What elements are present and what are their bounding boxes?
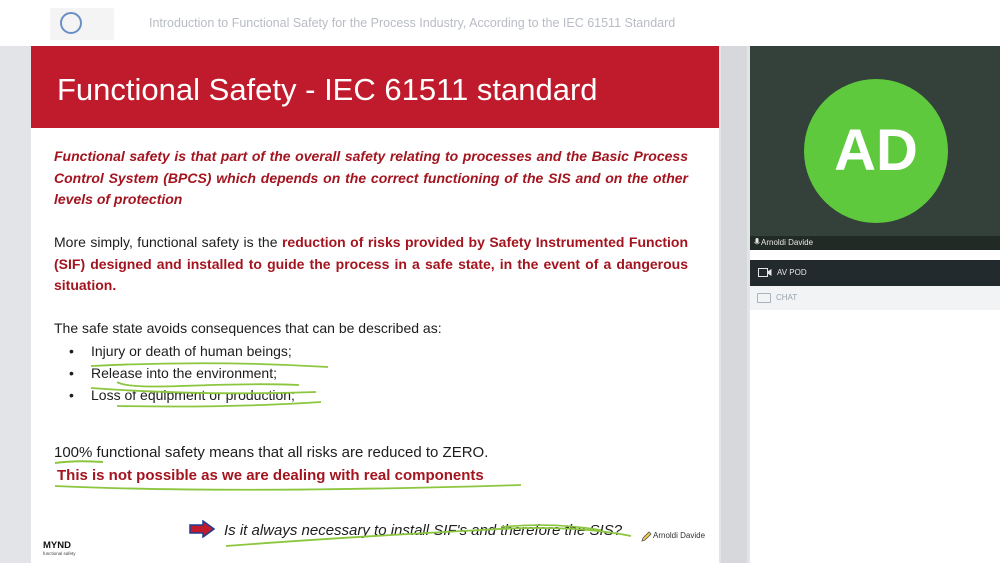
pencil-icon xyxy=(641,531,652,542)
presentation-stage: Functional Safety - IEC 61511 standard F… xyxy=(0,46,750,563)
av-pod-header[interactable]: AV POD xyxy=(750,260,1000,286)
chat-icon xyxy=(757,293,771,303)
simply-lead: More simply, functional safety is the xyxy=(54,234,282,250)
side-panel: AD Arnoldi Davide AV POD CHAT xyxy=(750,46,1000,563)
av-pod-label: AV POD xyxy=(777,268,807,277)
list-item: • Loss of equipment or production; xyxy=(69,387,295,403)
meeting-title: Introduction to Functional Safety for th… xyxy=(149,16,676,30)
participant-video: AD Arnoldi Davide xyxy=(750,46,1000,250)
top-bar: Introduction to Functional Safety for th… xyxy=(0,0,1000,46)
annotation-author: Arnoldi Davide xyxy=(653,531,706,540)
not-possible-text: This is not possible as we are dealing w… xyxy=(57,467,484,484)
footer-brand-sub: functional safety xyxy=(43,551,76,556)
slide: Functional Safety - IEC 61511 standard F… xyxy=(31,46,719,563)
video-camera-icon xyxy=(758,268,772,277)
participant-label: Arnoldi Davide xyxy=(750,236,1000,250)
definition-text: Functional safety is that part of the ov… xyxy=(54,148,688,207)
simply-paragraph: More simply, functional safety is the re… xyxy=(54,232,688,297)
list-item: • Release into the environment; xyxy=(69,365,277,381)
list-item: • Injury or death of human beings; xyxy=(69,343,292,359)
chat-pod-header[interactable]: CHAT xyxy=(750,286,1000,310)
safe-state-intro: The safe state avoids consequences that … xyxy=(54,320,442,336)
organization-logo-icon xyxy=(50,8,114,40)
zero-risk-text: 100% functional safety means that all ri… xyxy=(54,444,489,461)
participant-name: Arnoldi Davide xyxy=(761,238,814,247)
chat-label: CHAT xyxy=(776,293,798,302)
footer-brand: MYND xyxy=(43,540,71,551)
slide-header: Functional Safety - IEC 61511 standard xyxy=(31,46,719,128)
microphone-icon xyxy=(754,238,760,245)
consequence-list: • Injury or death of human beings; • Relea… xyxy=(69,340,295,406)
avatar: AD xyxy=(804,79,948,223)
arrow-right-icon xyxy=(189,520,215,538)
question-text: Is it always necessary to install SIF's … xyxy=(224,522,623,539)
slide-title: Functional Safety - IEC 61511 standard xyxy=(57,72,598,107)
stage-scrollbar[interactable] xyxy=(721,46,747,563)
